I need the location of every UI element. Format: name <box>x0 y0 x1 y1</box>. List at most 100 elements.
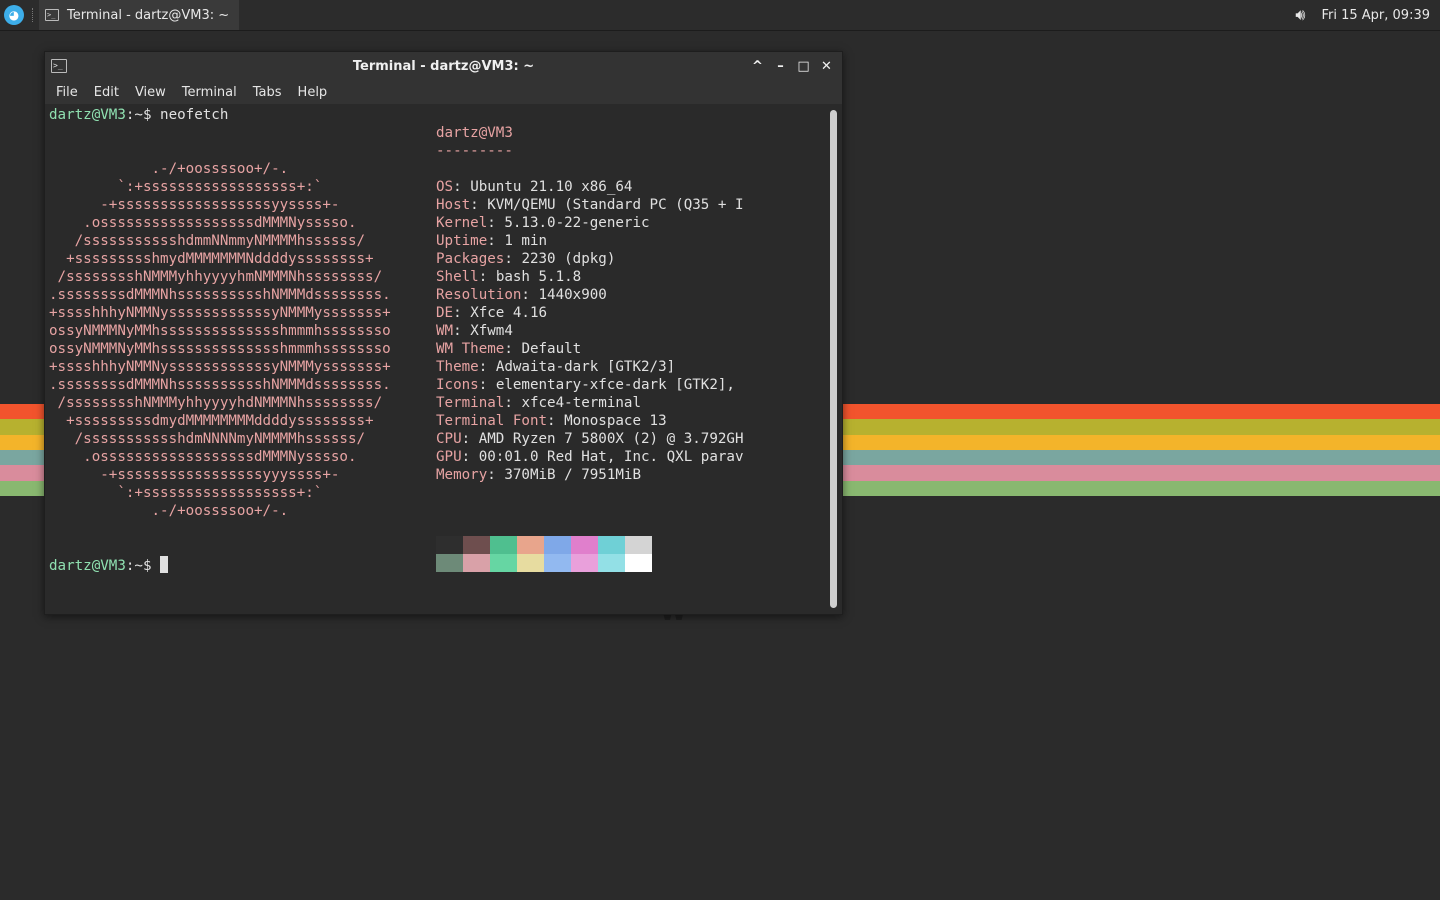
menu-help[interactable]: Help <box>290 85 336 100</box>
logo-line: -+sssssssssssssssssyyyssss+- <box>49 467 340 483</box>
menu-terminal[interactable]: Terminal <box>174 85 245 100</box>
logo-line: +sssshhhyNMMNyssssssssssssyNMMMysssssss+ <box>49 359 391 375</box>
info-value: Default <box>521 341 582 357</box>
info-label: Kernel <box>436 215 488 231</box>
info-row: Packages: 2230 (dpkg) <box>436 250 744 268</box>
info-label: Theme <box>436 359 479 375</box>
info-colon: : <box>487 233 505 249</box>
info-colon: : <box>478 269 496 285</box>
info-label: WM Theme <box>436 341 505 357</box>
color-swatch <box>598 554 625 572</box>
text-cursor <box>160 556 169 573</box>
top-panel: ◕ >_ Terminal - dartz@VM3: ~ 🔊︎ Fri 15 A… <box>0 0 1440 31</box>
info-user-host: dartz@VM3 <box>436 125 513 141</box>
info-value: Xfce 4.16 <box>470 305 548 321</box>
info-value: Adwaita-dark [GTK2/3] <box>495 359 676 375</box>
command-line: dartz@VM3:~$ neofetch <box>49 106 228 124</box>
panel-clock[interactable]: Fri 15 Apr, 09:39 <box>1321 8 1430 23</box>
color-swatch <box>544 536 571 554</box>
maximize-button[interactable]: □ <box>792 55 815 77</box>
info-row: Terminal: xfce4-terminal <box>436 394 744 412</box>
taskbar-terminal-button[interactable]: >_ Terminal - dartz@VM3: ~ <box>39 0 240 30</box>
color-swatch <box>490 536 517 554</box>
info-header: dartz@VM3 <box>436 124 513 142</box>
logo-line: +sssssssssdmydMMMMMMMMddddyssssssss+ <box>49 413 374 429</box>
logo-line: /ssssssssssshdmNNNNmyNMMMMhssssss/ <box>49 431 366 447</box>
shade-button[interactable]: ^ <box>746 55 769 77</box>
whisker-menu-icon[interactable]: ◕ <box>4 5 24 25</box>
info-value: Monospace 13 <box>564 413 667 429</box>
minimize-button[interactable]: – <box>769 55 792 77</box>
info-colon: : <box>461 449 479 465</box>
terminal-scrollbar[interactable] <box>830 110 837 608</box>
info-label: GPU <box>436 449 462 465</box>
info-colon: : <box>453 323 471 339</box>
info-colon: : <box>521 287 539 303</box>
info-value: Ubuntu 21.10 x86_64 <box>470 179 633 195</box>
info-label: Shell <box>436 269 479 285</box>
menu-view[interactable]: View <box>127 85 174 100</box>
terminal-window-icon[interactable]: >_ <box>51 59 67 73</box>
window-titlebar[interactable]: >_ Terminal - dartz@VM3: ~ ^ – □ ✕ <box>45 52 842 80</box>
info-value: bash 5.1.8 <box>495 269 582 285</box>
logo-line: ossyNMMMNyMMhsssssssssssssshmmmhssssssso <box>49 341 391 357</box>
info-colon: : <box>547 413 565 429</box>
terminal-window: >_ Terminal - dartz@VM3: ~ ^ – □ ✕ File … <box>44 51 843 615</box>
color-swatch <box>625 536 652 554</box>
info-value: AMD Ryzen 7 5800X (2) @ 3.792GH <box>478 431 744 447</box>
color-swatch <box>463 554 490 572</box>
info-row: Resolution: 1440x900 <box>436 286 744 304</box>
info-row: WM Theme: Default <box>436 340 744 358</box>
info-row: Host: KVM/QEMU (Standard PC (Q35 + I <box>436 196 744 214</box>
info-row: Kernel: 5.13.0-22-generic <box>436 214 744 232</box>
info-label: Terminal Font <box>436 413 548 429</box>
info-value: KVM/QEMU (Standard PC (Q35 + I <box>487 197 744 213</box>
logo-line: /sssssssshNMMMyhhyyyyhdNMMMNhssssssss/ <box>49 395 383 411</box>
logo-line: .-/+oossssoo+/-. <box>49 503 289 519</box>
volume-icon[interactable]: 🔊︎ <box>1295 5 1305 25</box>
terminal-output[interactable]: dartz@VM3:~$ neofetch .-/+oossssoo+/-. `… <box>45 106 842 614</box>
info-row: Terminal Font: Monospace 13 <box>436 412 744 430</box>
info-label: Resolution <box>436 287 522 303</box>
terminal-icon: >_ <box>45 9 59 21</box>
menu-file[interactable]: File <box>48 85 86 100</box>
logo-line: .ossssssssssssssssssdMMMNysssso. <box>49 215 357 231</box>
info-colon: : <box>453 305 471 321</box>
info-row: Memory: 370MiB / 7951MiB <box>436 466 744 484</box>
info-value: xfce4-terminal <box>521 395 642 411</box>
info-row: OS: Ubuntu 21.10 x86_64 <box>436 178 744 196</box>
close-button[interactable]: ✕ <box>815 55 838 77</box>
menu-tabs[interactable]: Tabs <box>245 85 290 100</box>
active-prompt-line[interactable]: dartz@VM3:~$ <box>49 556 169 575</box>
info-row: WM: Xfwm4 <box>436 322 744 340</box>
info-label: Icons <box>436 377 479 393</box>
info-row: CPU: AMD Ryzen 7 5800X (2) @ 3.792GH <box>436 430 744 448</box>
info-value: Xfwm4 <box>470 323 513 339</box>
color-swatch <box>463 536 490 554</box>
info-colon: : <box>478 359 496 375</box>
ubuntu-ascii-logo: .-/+oossssoo+/-. `:+ssssssssssssssssss+:… <box>49 160 391 520</box>
color-swatch <box>571 554 598 572</box>
menu-edit[interactable]: Edit <box>86 85 127 100</box>
info-label: WM <box>436 323 454 339</box>
info-row: DE: Xfce 4.16 <box>436 304 744 322</box>
prompt-user: dartz@VM3 <box>49 558 126 574</box>
color-swatch <box>517 536 544 554</box>
color-swatch <box>517 554 544 572</box>
color-swatch <box>571 536 598 554</box>
prompt-suffix: :~$ <box>125 107 161 123</box>
info-value: 00:01.0 Red Hat, Inc. QXL parav <box>478 449 744 465</box>
info-separator: --------- <box>436 142 513 160</box>
logo-line: .ssssssssdMMMNhsssssssssshNMMMdssssssss. <box>49 377 391 393</box>
info-value: 5.13.0-22-generic <box>504 215 650 231</box>
color-swatch <box>598 536 625 554</box>
info-label: DE <box>436 305 454 321</box>
info-value: 1440x900 <box>538 287 607 303</box>
color-swatch <box>625 554 652 572</box>
color-swatch <box>436 536 463 554</box>
logo-line: `:+ssssssssssssssssss+:` <box>49 485 323 501</box>
logo-line: .-/+oossssoo+/-. <box>49 161 289 177</box>
taskbar-terminal-label: Terminal - dartz@VM3: ~ <box>67 7 230 23</box>
info-label: Memory <box>436 467 488 483</box>
info-colon: : <box>478 377 496 393</box>
